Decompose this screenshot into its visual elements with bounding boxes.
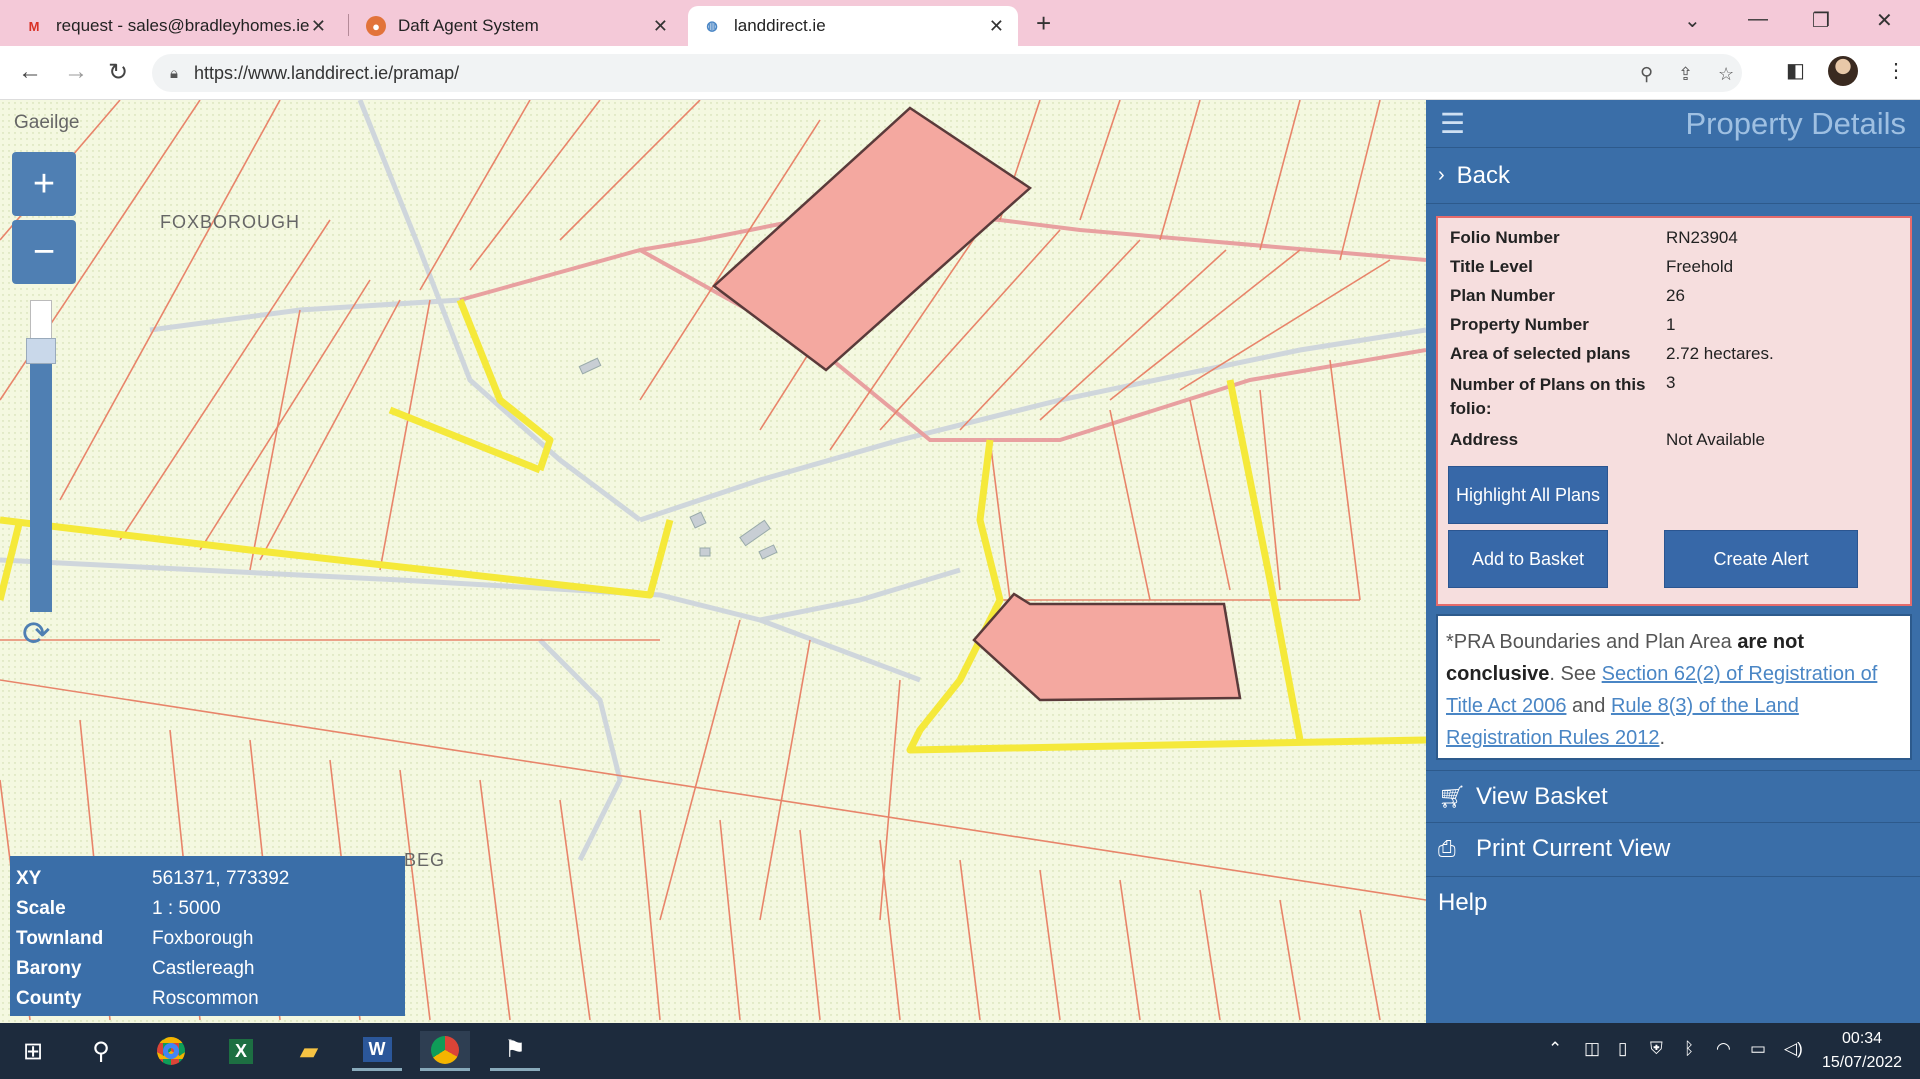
tab-strip: M request - sales@bradleyhomes.ie ✕ ● Da… (0, 0, 1920, 46)
tab-separator (348, 14, 349, 36)
taskbar: ⊞ ⚲ X ▰ W ⚑ ⌃ ◫ ▯ ⛨ ᛒ ◠ ▭ ◁) 00:34 15/07… (0, 1023, 1920, 1079)
detail-row: Folio Number RN23904 (1450, 228, 1738, 247)
chrome-icon[interactable] (146, 1031, 196, 1071)
map-view[interactable]: Gaeilge + − ⟳ FOXBOROUGH BEG XY 561371, 7… (0, 100, 1426, 1023)
minimize-button[interactable]: — (1748, 8, 1768, 31)
daft-icon: ● (366, 16, 386, 36)
tab-gmail[interactable]: M request - sales@bradleyhomes.ie ✕ (10, 6, 340, 46)
place-label: BEG (404, 850, 446, 870)
create-alert-button[interactable]: Create Alert (1664, 530, 1858, 588)
clock-time: 00:34 (1842, 1030, 1883, 1047)
close-window-button[interactable]: ✕ (1876, 8, 1893, 33)
detail-row: Plan Number 26 (1450, 286, 1685, 305)
security-icon[interactable]: ⛨ (1650, 1039, 1663, 1059)
bluetooth-icon[interactable]: ᛒ (1684, 1039, 1694, 1059)
detail-row: Area of selected plans 2.72 hectares. (1450, 344, 1774, 363)
wifi-icon[interactable]: ◠ (1716, 1039, 1731, 1059)
tab-daft[interactable]: ● Daft Agent System ✕ (352, 6, 682, 46)
tab-landdirect[interactable]: ◍ landdirect.ie ✕ (688, 6, 1018, 46)
info-row-xy: XY 561371, 773392 (16, 868, 290, 889)
address-bar: ← → ↻ 🔒︎ https://www.landdirect.ie/prama… (0, 46, 1920, 100)
info-row-county: County Roscommon (16, 988, 259, 1009)
volume-icon[interactable]: ◁) (1784, 1039, 1803, 1059)
panel-title: Property Details (1685, 106, 1906, 141)
refresh-icon[interactable]: ⟳ (22, 614, 51, 654)
language-link[interactable]: Gaeilge (14, 112, 80, 134)
zoom-slider-handle[interactable] (26, 338, 56, 364)
detail-row: Property Number 1 (1450, 315, 1676, 334)
chrome-profile-icon[interactable] (420, 1031, 470, 1071)
hamburger-icon[interactable]: ☰ (1440, 107, 1470, 140)
usb-icon[interactable]: ▯ (1618, 1039, 1627, 1059)
info-row-townland: Townland Foxborough (16, 928, 254, 949)
panel-header: ☰ Property Details (1426, 100, 1920, 148)
zoom-in-button[interactable]: + (12, 152, 76, 216)
tab-title: landdirect.ie (734, 16, 826, 35)
place-label: FOXBOROUGH (160, 212, 301, 232)
zoom-icon[interactable]: ⚲ (1640, 64, 1653, 85)
location-info-box: XY 561371, 773392 Scale 1 : 5000 Townland F… (10, 856, 405, 1016)
detail-row: Number of Plans on this folio: 3 (1450, 373, 1676, 418)
excel-icon[interactable]: X (216, 1031, 266, 1071)
printer-icon: ⎙ (1438, 835, 1456, 861)
tab-title: request - sales@bradleyhomes.ie (56, 16, 310, 35)
profile-avatar[interactable] (1828, 56, 1858, 86)
star-icon[interactable]: ☆ (1718, 64, 1734, 85)
view-basket-link[interactable]: 🛒︎ View Basket (1426, 770, 1920, 822)
back-label: Back (1456, 161, 1511, 189)
share-icon[interactable]: ⇪ (1678, 64, 1693, 85)
gmail-icon: M (28, 18, 40, 34)
highlight-all-plans-button[interactable]: Highlight All Plans (1448, 466, 1608, 524)
new-tab-button[interactable]: + (1036, 8, 1051, 39)
back-arrow-icon[interactable]: ← (18, 58, 42, 86)
url-text: https://www.landdirect.ie/pramap/ (193, 62, 460, 83)
app-icon[interactable]: ⚑ (490, 1031, 540, 1071)
search-icon[interactable]: ⚲ (76, 1031, 126, 1071)
print-view-link[interactable]: ⎙ Print Current View (1426, 822, 1920, 874)
back-link[interactable]: › Back (1426, 148, 1920, 204)
meet-icon[interactable]: ◫ (1584, 1039, 1600, 1059)
property-panel: ☰ Property Details › Back Folio Number RN… (1426, 100, 1920, 1023)
chevron-right-icon: › (1438, 164, 1445, 186)
side-panel-icon[interactable]: ◧ (1786, 58, 1805, 83)
tab-search-icon[interactable]: ⌄ (1684, 8, 1701, 33)
zoom-out-button[interactable]: − (12, 220, 76, 284)
menu-dots-icon[interactable]: ⋮ (1886, 58, 1906, 83)
disclaimer-notice: *PRA Boundaries and Plan Area are not co… (1436, 614, 1912, 760)
restore-button[interactable]: ❐ (1812, 8, 1830, 33)
info-row-scale: Scale 1 : 5000 (16, 898, 221, 919)
close-icon[interactable]: ✕ (653, 16, 668, 37)
detail-row: Title Level Freehold (1450, 257, 1734, 276)
zoom-slider-fill (30, 360, 52, 612)
detail-row: Address Not Available (1450, 430, 1765, 449)
globe-icon: ◍ (706, 18, 718, 33)
add-to-basket-button[interactable]: Add to Basket (1448, 530, 1608, 588)
chevron-up-icon[interactable]: ⌃ (1548, 1039, 1562, 1059)
file-explorer-icon[interactable]: ▰ (284, 1031, 334, 1071)
cart-icon: 🛒︎ (1438, 783, 1466, 809)
url-field[interactable]: 🔒︎ https://www.landdirect.ie/pramap/ ⚲ ⇪… (152, 54, 1742, 92)
battery-icon[interactable]: ▭ (1750, 1039, 1766, 1059)
word-icon[interactable]: W (352, 1031, 402, 1071)
tab-title: Daft Agent System (398, 16, 539, 35)
help-link[interactable]: Help (1426, 876, 1920, 928)
lock-icon: 🔒︎ (170, 64, 178, 82)
reload-icon[interactable]: ↻ (108, 58, 128, 87)
info-row-barony: Barony Castlereagh (16, 958, 255, 979)
windows-start-icon[interactable]: ⊞ (8, 1031, 58, 1071)
forward-arrow-icon[interactable]: → (64, 58, 88, 86)
clock-date: 15/07/2022 (1822, 1054, 1903, 1071)
close-icon[interactable]: ✕ (989, 16, 1004, 37)
system-clock[interactable]: 00:34 15/07/2022 (1822, 1027, 1902, 1075)
close-icon[interactable]: ✕ (311, 16, 326, 37)
